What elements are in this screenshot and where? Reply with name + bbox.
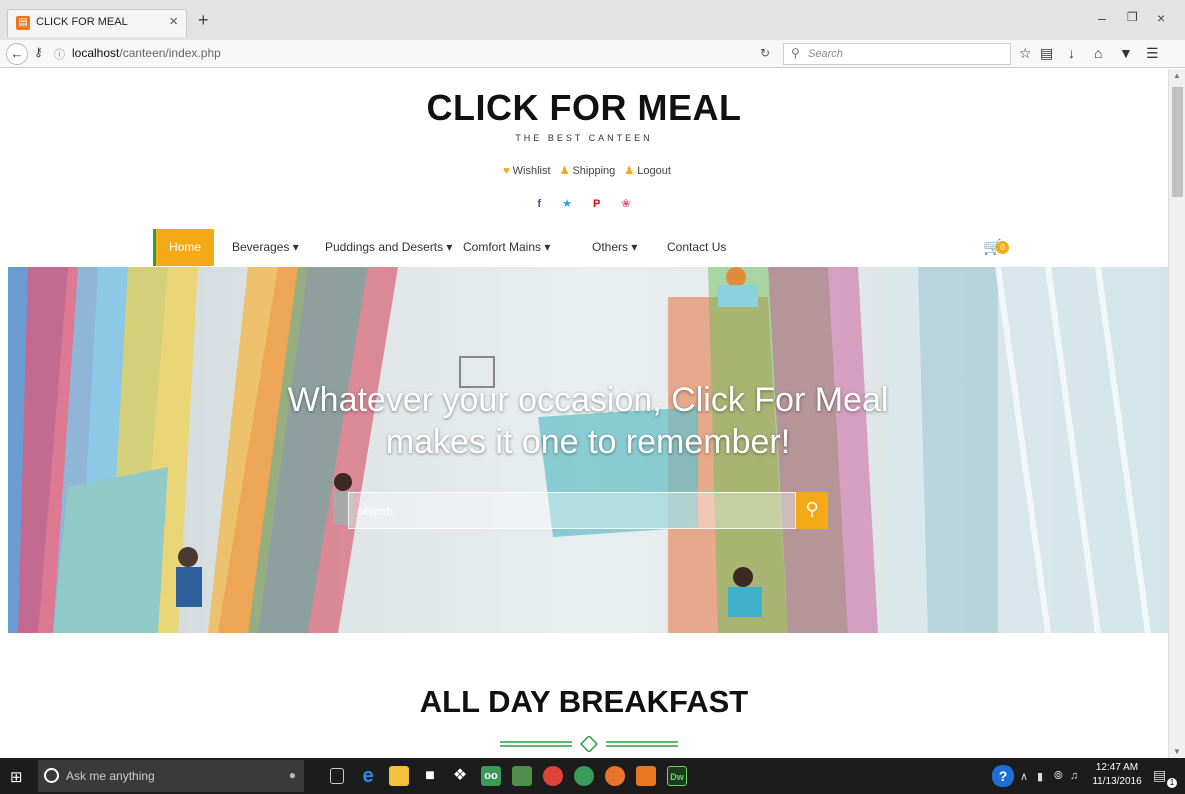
scroll-down-icon[interactable]: ▼ <box>1173 747 1181 756</box>
social-links: f ★ P ❀ <box>0 197 1168 210</box>
chrome-icon[interactable] <box>543 766 563 786</box>
user-icon: ♟ <box>624 165 635 177</box>
xampp-icon[interactable] <box>636 766 656 786</box>
tab-title: CLICK FOR MEAL <box>36 16 128 28</box>
search-icon: ⚲ <box>805 499 819 519</box>
pocket-icon[interactable]: ▼ <box>1119 45 1133 61</box>
hero-banner: Whatever your occasion, Click For Meal m… <box>8 267 1168 633</box>
address-bar[interactable]: localhost/canteen/index.php <box>72 46 221 60</box>
new-tab-icon[interactable]: + <box>198 10 209 31</box>
system-clock[interactable]: 12:47 AM 11/13/2016 <box>1088 761 1146 789</box>
web-page: CLICK FOR MEAL THE BEST CANTEEN ♥ Wishlis… <box>0 69 1168 758</box>
volume-icon[interactable]: ♫ <box>1070 770 1078 782</box>
bookmark-star-icon[interactable]: ☆ <box>1019 45 1032 62</box>
nav-puddings-and-deserts[interactable]: Puddings and Deserts ▾ <box>325 229 452 266</box>
top-links: ♥ Wishlist ♟ Shipping ♟ Logout <box>0 164 1168 177</box>
edge-browser-icon[interactable]: e <box>358 766 378 786</box>
menu-icon[interactable]: ☰ <box>1146 45 1159 62</box>
facebook-icon[interactable]: f <box>537 198 541 210</box>
search-icon: ⚲ <box>791 46 800 60</box>
clock-date: 11/13/2016 <box>1092 776 1142 787</box>
browser-nav-bar: ← ⚷ ⓘ localhost/canteen/index.php ↻ ⚲ Se… <box>0 40 1185 68</box>
shipping-link[interactable]: Shipping <box>572 165 615 177</box>
hero-headline-line1: Whatever your occasion, Click For Meal <box>287 381 889 419</box>
twitter-icon[interactable]: ★ <box>562 198 572 210</box>
tray-chevron-icon[interactable]: ∧ <box>1020 770 1028 783</box>
wishlist-link[interactable]: Wishlist <box>513 165 551 177</box>
clock-time: 12:47 AM <box>1095 762 1139 773</box>
hero-search-input[interactable] <box>348 492 796 529</box>
scroll-up-icon[interactable]: ▲ <box>1173 71 1181 80</box>
help-icon[interactable]: ? <box>992 765 1014 787</box>
store-icon[interactable]: ■ <box>420 766 440 786</box>
hero-search-button[interactable]: ⚲ <box>796 492 828 529</box>
cortana-icon <box>44 768 59 783</box>
windows-taskbar: ⊞ Ask me anything ● e ■ ❖ oo Dw ? ∧ ▮ ⦾ … <box>0 758 1185 794</box>
reload-icon[interactable]: ↻ <box>760 46 770 60</box>
cortana-search-box[interactable]: Ask me anything ● <box>38 760 304 792</box>
wifi-icon[interactable]: ⦾ <box>1054 770 1063 783</box>
firefox-icon[interactable] <box>605 766 625 786</box>
info-icon[interactable]: ⓘ <box>54 46 65 62</box>
notification-center-icon[interactable]: ▤ <box>1153 767 1166 784</box>
ornament-divider-icon <box>500 736 678 752</box>
browser-search-placeholder: Search <box>808 48 843 60</box>
dribbble-icon[interactable]: ❀ <box>621 198 630 210</box>
site-title[interactable]: CLICK FOR MEAL <box>0 87 1168 129</box>
download-icon[interactable]: ↓ <box>1068 45 1075 61</box>
back-arrow-icon[interactable]: ← <box>6 43 28 65</box>
url-host: localhost <box>72 46 120 60</box>
vuze-icon[interactable] <box>574 766 594 786</box>
hero-headline-line2: makes it one to remember! <box>385 423 791 461</box>
browser-tab[interactable]: ▤ CLICK FOR MEAL × <box>7 9 187 37</box>
minimize-icon[interactable]: – <box>1098 10 1106 26</box>
nav-contact-us[interactable]: Contact Us <box>667 229 726 266</box>
microphone-icon[interactable]: ● <box>289 768 296 782</box>
main-nav: Home Beverages ▾ Puddings and Deserts ▾ … <box>153 229 1053 266</box>
battery-icon[interactable]: ▮ <box>1037 770 1043 783</box>
url-path: /canteen/index.php <box>119 46 221 60</box>
app-icon[interactable] <box>512 766 532 786</box>
close-window-icon[interactable]: × <box>1157 10 1165 26</box>
notification-count-badge: 1 <box>1167 778 1177 788</box>
tab-close-icon[interactable]: × <box>169 13 178 30</box>
pinterest-icon[interactable]: P <box>593 198 600 210</box>
home-icon[interactable]: ⌂ <box>1094 45 1102 61</box>
cart-count-badge[interactable]: 0 <box>996 241 1009 254</box>
cortana-placeholder: Ask me anything <box>66 769 155 783</box>
shipping-icon: ♟ <box>559 165 570 177</box>
hero-headline: Whatever your occasion, Click For Meal m… <box>8 379 1168 463</box>
dropbox-icon[interactable]: ❖ <box>450 766 470 786</box>
nav-comfort-mains[interactable]: Comfort Mains ▾ <box>463 229 550 266</box>
restore-icon[interactable]: ❐ <box>1127 10 1138 24</box>
heart-icon: ♥ <box>503 165 510 177</box>
nav-beverages[interactable]: Beverages ▾ <box>232 229 299 266</box>
page-scrollbar[interactable]: ▲ ▼ <box>1168 69 1185 758</box>
section-title: ALL DAY BREAKFAST <box>419 684 749 719</box>
nav-others[interactable]: Others ▾ <box>592 229 637 266</box>
reading-list-icon[interactable]: ▤ <box>1040 45 1053 62</box>
site-favicon-icon: ▤ <box>16 16 30 30</box>
dreamweaver-icon[interactable]: Dw <box>667 766 687 786</box>
tripadvisor-icon[interactable]: oo <box>481 766 501 786</box>
windows-start-icon[interactable]: ⊞ <box>10 768 23 786</box>
browser-tab-bar: ▤ CLICK FOR MEAL × + – ❐ × <box>0 0 1185 40</box>
browser-search-box[interactable]: ⚲ Search <box>783 43 1011 65</box>
key-icon[interactable]: ⚷ <box>34 45 43 59</box>
file-explorer-icon[interactable] <box>389 766 409 786</box>
task-view-icon[interactable] <box>330 768 344 784</box>
scrollbar-thumb[interactable] <box>1172 87 1183 197</box>
site-subtitle: THE BEST CANTEEN <box>515 133 653 143</box>
nav-home[interactable]: Home <box>153 229 215 266</box>
logout-link[interactable]: Logout <box>637 165 671 177</box>
